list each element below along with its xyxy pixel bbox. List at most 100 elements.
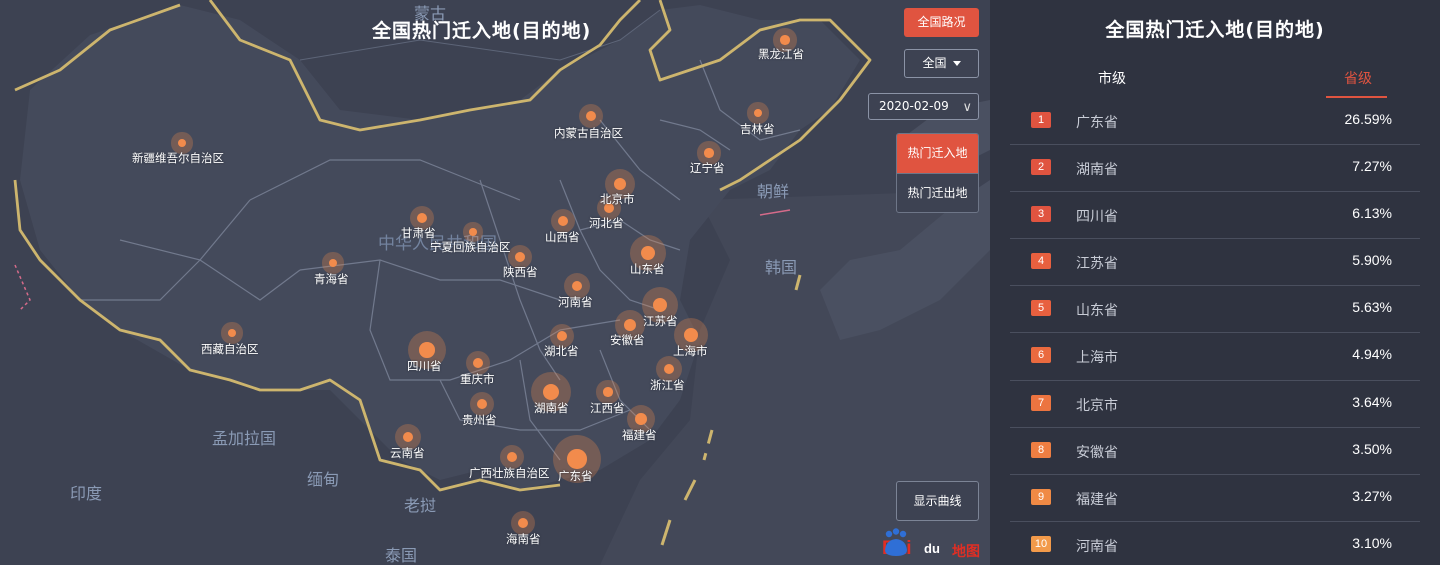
province-label[interactable]: 青海省: [314, 271, 349, 287]
ranking-province-name: 河南省: [1076, 538, 1118, 555]
show-curve-button[interactable]: 显示曲线: [896, 481, 979, 521]
migration-direction-toggle: 热门迁入地 热门迁出地: [896, 133, 979, 213]
province-label[interactable]: 四川省: [407, 358, 442, 374]
ranking-percentage: 3.10%: [1352, 534, 1392, 551]
province-marker-dot[interactable]: [780, 35, 790, 45]
date-select-value: 2020-02-09: [879, 99, 949, 113]
ranking-row[interactable]: 6 上海市 4.94%: [1010, 333, 1420, 381]
province-label[interactable]: 宁夏回族自治区: [430, 239, 511, 255]
country-label-india: 印度: [70, 484, 103, 503]
ranking-province-name: 四川省: [1076, 209, 1118, 226]
baidu-logo-du: du: [924, 541, 940, 556]
province-label[interactable]: 江西省: [590, 400, 625, 416]
country-label-mongolia: 蒙古: [414, 4, 447, 23]
ranking-percentage: 3.27%: [1352, 487, 1392, 504]
rank-badge: 9: [1031, 488, 1051, 505]
ranking-row[interactable]: 4 江苏省 5.90%: [1010, 239, 1420, 287]
ranking-row[interactable]: 2 湖南省 7.27%: [1010, 145, 1420, 193]
province-label[interactable]: 吉林省: [740, 121, 775, 137]
ranking-province-name: 福建省: [1076, 491, 1118, 508]
china-map[interactable]: 全国热门迁入地(目的地) 蒙古 中华人民共和国 朝鲜 韩国 孟加拉国 缅甸 印度…: [0, 0, 990, 565]
province-label[interactable]: 贵州省: [462, 412, 497, 428]
ranking-percentage: 5.63%: [1352, 299, 1392, 316]
province-label[interactable]: 广东省: [558, 468, 593, 484]
date-select[interactable]: 2020-02-09 ∨: [868, 93, 979, 120]
province-label[interactable]: 新疆维吾尔自治区: [132, 150, 224, 166]
province-label[interactable]: 湖南省: [534, 400, 569, 416]
ranking-province-name: 湖南省: [1076, 162, 1118, 179]
country-label-thailand: 泰国: [385, 546, 418, 565]
baidu-map-logo: Bai du 地图: [882, 528, 990, 562]
baidu-logo-ditu: 地图: [952, 544, 980, 560]
province-label[interactable]: 内蒙古自治区: [554, 125, 623, 141]
province-label[interactable]: 湖北省: [544, 343, 579, 359]
region-select[interactable]: 全国: [904, 49, 979, 78]
province-label[interactable]: 西藏自治区: [201, 341, 259, 357]
rank-badge: 7: [1031, 394, 1051, 411]
province-label[interactable]: 安徽省: [610, 332, 645, 348]
ranking-province-name: 上海市: [1076, 350, 1118, 367]
province-marker-dot[interactable]: [469, 228, 477, 236]
ranking-row[interactable]: 3 四川省 6.13%: [1010, 192, 1420, 240]
province-marker-dot[interactable]: [476, 398, 488, 410]
panel-title: 全国热门迁入地(目的地): [1105, 19, 1325, 41]
province-marker-dot[interactable]: [506, 451, 518, 463]
province-marker-dot[interactable]: [557, 215, 569, 227]
ranking-panel: 全国热门迁入地(目的地) 市级 省级 1 广东省 26.59% 2 湖南省 7.27% 3 四…: [990, 0, 1440, 565]
chevron-down-icon: ∨: [962, 100, 972, 115]
country-label-myanmar: 缅甸: [307, 470, 340, 489]
national-traffic-button[interactable]: 全国路况: [904, 8, 979, 37]
rank-badge: 5: [1031, 300, 1051, 317]
country-label-south-korea: 韩国: [765, 258, 798, 277]
country-label-north-korea: 朝鲜: [757, 182, 790, 201]
province-marker-dot[interactable]: [603, 387, 613, 397]
province-label[interactable]: 上海市: [673, 343, 708, 359]
ranking-percentage: 3.50%: [1352, 440, 1392, 457]
ranking-row[interactable]: 10 河南省 3.10%: [1010, 522, 1420, 565]
province-marker-dot[interactable]: [472, 357, 484, 369]
province-marker-dot[interactable]: [517, 517, 529, 529]
ranking-row[interactable]: 9 福建省 3.27%: [1010, 475, 1420, 522]
map-title: 全国热门迁入地(目的地): [372, 20, 592, 42]
province-label[interactable]: 广西壮族自治区: [469, 465, 550, 481]
province-marker-dot[interactable]: [416, 212, 428, 224]
rank-badge: 2: [1031, 159, 1051, 176]
province-marker-dot[interactable]: [704, 148, 714, 158]
province-label[interactable]: 福建省: [622, 427, 657, 443]
province-marker-dot[interactable]: [567, 449, 587, 469]
province-label[interactable]: 山西省: [545, 229, 580, 245]
province-label[interactable]: 云南省: [390, 445, 425, 461]
province-label[interactable]: 陕西省: [503, 264, 538, 280]
province-label[interactable]: 重庆市: [460, 371, 495, 387]
caret-down-icon: [952, 61, 961, 66]
province-marker-dot[interactable]: [514, 251, 526, 263]
province-marker-dot[interactable]: [419, 342, 435, 358]
ranking-row[interactable]: 5 山东省 5.63%: [1010, 286, 1420, 334]
tab-city-level[interactable]: 市级: [1098, 68, 1126, 88]
province-label[interactable]: 江苏省: [643, 313, 678, 329]
rank-badge: 10: [1031, 535, 1051, 552]
province-marker-dot[interactable]: [585, 110, 597, 122]
province-marker-dot[interactable]: [635, 413, 647, 425]
ranking-row[interactable]: 8 安徽省 3.50%: [1010, 428, 1420, 475]
toggle-hot-outflow[interactable]: 热门迁出地: [897, 173, 978, 212]
province-label[interactable]: 黑龙江省: [758, 46, 804, 62]
province-label[interactable]: 辽宁省: [690, 160, 725, 176]
province-label[interactable]: 浙江省: [650, 377, 685, 393]
tab-province-level[interactable]: 省级: [1344, 68, 1372, 88]
province-label[interactable]: 海南省: [506, 531, 541, 547]
province-label[interactable]: 北京市: [600, 191, 635, 207]
rank-badge: 3: [1031, 206, 1051, 223]
province-label[interactable]: 河南省: [558, 294, 593, 310]
ranking-percentage: 4.94%: [1352, 346, 1392, 363]
ranking-row[interactable]: 1 广东省 26.59%: [1010, 98, 1420, 146]
province-label[interactable]: 河北省: [589, 215, 624, 231]
ranking-province-name: 山东省: [1076, 303, 1118, 320]
toggle-hot-inflow[interactable]: 热门迁入地: [897, 134, 978, 173]
province-marker-dot[interactable]: [556, 330, 568, 342]
province-marker-dot[interactable]: [683, 327, 698, 342]
province-label[interactable]: 山东省: [630, 261, 665, 277]
ranking-row[interactable]: 7 北京市 3.64%: [1010, 381, 1420, 428]
rank-badge: 1: [1031, 112, 1051, 128]
ranking-percentage: 3.64%: [1352, 393, 1392, 410]
